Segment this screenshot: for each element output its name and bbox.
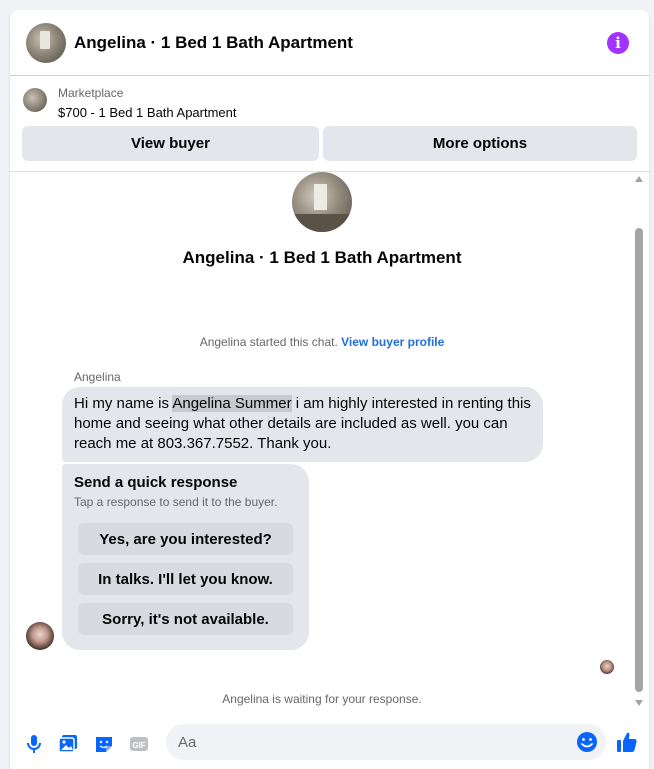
conversation-title: Angelina · 1 Bed 1 Bath Apartment	[182, 248, 462, 267]
photo-icon[interactable]	[58, 734, 78, 754]
seen-indicator-avatar	[600, 660, 614, 674]
quick-response-yes[interactable]: Yes, are you interested?	[78, 523, 293, 555]
listing-avatar[interactable]	[26, 22, 66, 63]
waiting-status: Angelina is waiting for your response.	[222, 692, 422, 706]
listing-thumbnail[interactable]	[23, 88, 47, 112]
chat-started-notice: Angelina started this chat. View buyer p…	[10, 335, 634, 349]
svg-text:GIF: GIF	[132, 741, 145, 750]
marketplace-label: Marketplace	[58, 86, 124, 100]
buyer-avatar[interactable]	[26, 622, 54, 650]
sender-name: Angelina	[74, 370, 121, 384]
message-input[interactable]	[166, 724, 606, 760]
view-buyer-button[interactable]: View buyer	[22, 126, 319, 161]
scrollbar[interactable]	[632, 176, 646, 708]
like-icon[interactable]	[616, 731, 638, 753]
chat-window: Angelina · 1 Bed 1 Bath Apartment i Mark…	[10, 10, 649, 769]
conversation-avatar	[292, 172, 352, 232]
microphone-icon[interactable]	[24, 734, 44, 754]
message-text-start: Hi my name is	[74, 395, 173, 412]
started-text: Angelina started this chat.	[199, 335, 338, 349]
quick-response-subtitle: Tap a response to send it to the buyer.	[74, 495, 278, 509]
scroll-up-arrow-icon[interactable]	[635, 176, 643, 182]
message-highlight: Angelina Summer	[172, 395, 292, 412]
header-title[interactable]: Angelina · 1 Bed 1 Bath Apartment	[74, 33, 353, 53]
gif-icon[interactable]: GIF	[129, 734, 149, 754]
sticker-icon[interactable]	[94, 734, 114, 754]
quick-response-card: Send a quick response Tap a response to …	[62, 464, 309, 650]
quick-response-in-talks[interactable]: In talks. I'll let you know.	[78, 563, 293, 595]
chat-header: Angelina · 1 Bed 1 Bath Apartment i	[10, 10, 649, 76]
scrollbar-thumb[interactable]	[635, 228, 643, 692]
scroll-down-arrow-icon[interactable]	[635, 700, 643, 706]
view-buyer-profile-link[interactable]: View buyer profile	[341, 335, 444, 349]
listing-title[interactable]: $700 - 1 Bed 1 Bath Apartment	[58, 105, 237, 120]
info-icon[interactable]: i	[607, 32, 629, 54]
more-options-button[interactable]: More options	[323, 126, 637, 161]
quick-response-title: Send a quick response	[74, 474, 238, 491]
emoji-icon[interactable]	[576, 731, 598, 753]
message-bubble: Hi my name is Angelina Summer i am highl…	[62, 387, 543, 462]
message-composer: GIF	[10, 717, 649, 769]
marketplace-panel: Marketplace $700 - 1 Bed 1 Bath Apartmen…	[10, 76, 649, 172]
quick-response-not-available[interactable]: Sorry, it's not available.	[78, 603, 293, 635]
conversation-area: Angelina · 1 Bed 1 Bath Apartment Angeli…	[10, 172, 649, 717]
